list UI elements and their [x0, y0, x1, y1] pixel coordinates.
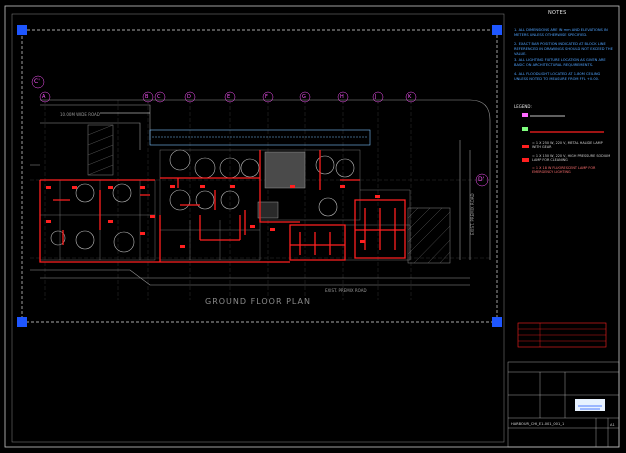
grid-label-e: E [227, 94, 231, 100]
grid-label-a: A [42, 94, 46, 100]
grid-label-j: J [375, 94, 377, 100]
grip-handle-top-left[interactable] [17, 25, 27, 35]
road-label-bottom: EXIST. PREMIX ROAD [325, 288, 367, 293]
plan-title: GROUND FLOOR PLAN [205, 297, 311, 306]
hatched-areas [87, 124, 451, 264]
grid-label-f: F [265, 94, 268, 100]
grid-label-c: C [157, 94, 161, 100]
grid-label-k: K [408, 94, 412, 100]
sheet-size: A1 [610, 423, 615, 427]
note-item: 1. ALL DIMENSIONS ARE IN mm AND ELEVATIO… [514, 28, 608, 37]
title-block [507, 361, 620, 448]
drawing-number: HARBOUR_CHI_E1-001_001_1 [511, 422, 565, 426]
note-item: 2. EXACT BAR POSITION INDICATED AT BLOCK… [514, 42, 613, 56]
legend-item: = 1 X 150 W, 220 V, HIGH PRESSURE SODIUM… [532, 154, 611, 162]
note-item: 3. ALL LIGHTING FIXTURE LOCATION AS GIVE… [514, 58, 606, 67]
legend-item: = 1 X 18 W FLUORESCENT LAMP FOR EMERGENC… [532, 166, 596, 174]
grid-label-b: B [145, 94, 149, 100]
grid-label-h: H [340, 94, 344, 100]
legend-item: = 1 X 250 W, 220 V, METAL HALIDE LAMP WI… [532, 141, 603, 149]
notes-title: NOTES [548, 10, 567, 16]
grid-label-left: C' [34, 78, 40, 85]
legend-title: LEGEND: [514, 104, 532, 109]
grid-label-d: D [187, 94, 191, 100]
grip-handle-top-right[interactable] [492, 25, 502, 35]
grip-handle-bottom-right[interactable] [492, 317, 502, 327]
note-item: 4. ALL FLOODLIGHT LOCATED AT 1.80M CEILI… [514, 72, 601, 81]
walls [39, 150, 406, 263]
tanks [50, 149, 355, 253]
grid-label-right: D' [478, 176, 485, 183]
revision-table [517, 322, 607, 348]
grip-handle-bottom-left[interactable] [17, 317, 27, 327]
road-label-top: 10.00M WIDE ROAD [60, 112, 100, 117]
road-label-right: EXIST. PREMIX ROAD [470, 193, 475, 235]
drawing-frame [11, 13, 505, 443]
grid-label-g: G [302, 94, 306, 100]
